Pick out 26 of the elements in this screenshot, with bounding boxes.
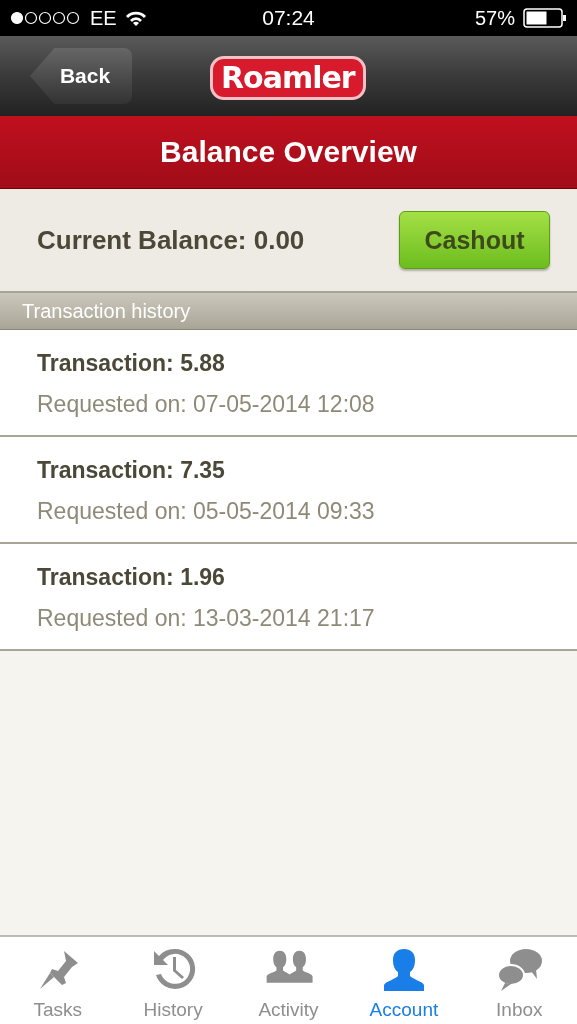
tab-button[interactable]: Account bbox=[346, 937, 462, 1024]
transaction-amount: Transaction: 1.96 bbox=[37, 564, 226, 591]
transaction-row[interactable]: Transaction: 7.35 Requested on: 05-05-2014 09:33 bbox=[0, 437, 577, 544]
battery-percentage: 57% bbox=[474, 6, 515, 29]
battery-icon bbox=[523, 8, 567, 28]
request-date: Requested on: 13-03-2014 21:17 bbox=[37, 605, 376, 632]
tab-button[interactable]: Inbox bbox=[461, 937, 577, 1024]
carrier-label: EE bbox=[90, 6, 117, 29]
back-button[interactable]: Back bbox=[30, 48, 132, 104]
request-date: Requested on: 07-05-2014 12:08 bbox=[37, 391, 376, 418]
wifi-icon bbox=[124, 10, 147, 26]
current-balance: Current Balance: 0.00 bbox=[37, 224, 305, 256]
tab-button[interactable]: History bbox=[115, 937, 231, 1024]
tab-button[interactable]: Activity bbox=[230, 937, 347, 1024]
transaction-row[interactable]: Transaction: 1.96 Requested on: 13-03-2014 21:17 bbox=[0, 544, 577, 651]
clock-time: 07:24 bbox=[262, 6, 315, 29]
page-title: Balance Overview bbox=[160, 135, 417, 169]
app-logo: Roamler bbox=[210, 56, 366, 100]
signal-icon bbox=[10, 11, 82, 25]
transaction-row[interactable]: Transaction: 5.88 Requested on: 07-05-2014 12:08 bbox=[0, 330, 577, 437]
cashout-button[interactable]: Cashout bbox=[399, 211, 550, 269]
transaction-amount: Transaction: 7.35 bbox=[37, 457, 226, 484]
request-date: Requested on: 05-05-2014 09:33 bbox=[37, 498, 376, 525]
section-header: Transaction history bbox=[22, 299, 191, 323]
transaction-amount: Transaction: 5.88 bbox=[37, 350, 226, 377]
tab-button[interactable]: Tasks bbox=[0, 937, 116, 1024]
